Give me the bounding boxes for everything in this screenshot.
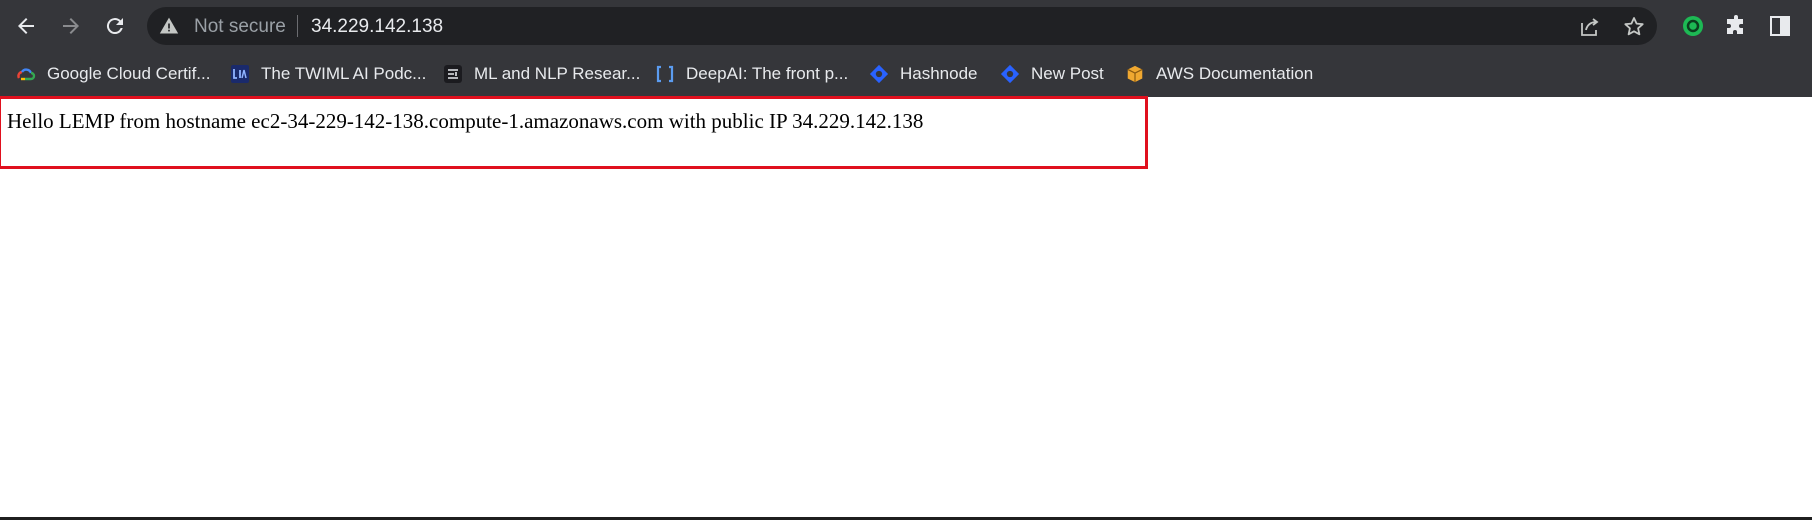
reload-icon	[106, 18, 123, 35]
aws-docs-icon	[1125, 64, 1145, 84]
bookmark-label: Hashnode	[900, 64, 978, 83]
bookmark-new-post[interactable]: New Post	[1000, 60, 1104, 88]
bookmark-label: Google Cloud Certif...	[47, 64, 211, 83]
star-icon[interactable]	[1622, 15, 1646, 39]
bookmark-label: The TWIML AI Podc...	[261, 64, 427, 83]
side-panel-icon	[1770, 16, 1790, 36]
reload-button[interactable]	[99, 10, 131, 42]
share-icon[interactable]	[1578, 15, 1602, 39]
bookmark-label: DeepAI: The front p...	[686, 64, 849, 83]
back-button[interactable]	[10, 10, 42, 42]
puzzle-icon	[1727, 15, 1743, 34]
security-status-text[interactable]: Not secure	[194, 16, 286, 38]
deepai-icon	[655, 64, 675, 84]
ml-nlp-icon	[443, 64, 463, 84]
omnibox-divider	[297, 15, 298, 37]
forward-button[interactable]	[55, 10, 87, 42]
hashnode-icon	[1000, 64, 1020, 84]
extension-green-icon[interactable]	[1679, 12, 1707, 40]
bookmark-deepai[interactable]: DeepAI: The front p...	[655, 60, 848, 88]
grammarly-like-icon	[1683, 16, 1703, 36]
extensions-button[interactable]	[1722, 12, 1750, 40]
browser-chrome: Not secure 34.229.142.138 Google Cloud C…	[0, 0, 1812, 97]
twiml-icon	[230, 64, 250, 84]
bookmark-google-cloud[interactable]: Google Cloud Certif...	[16, 60, 210, 88]
bookmark-label: ML and NLP Resear...	[474, 64, 641, 83]
bookmark-label: New Post	[1031, 64, 1104, 83]
browser-toolbar: Not secure 34.229.142.138	[0, 0, 1812, 52]
red-highlight-box	[0, 96, 1148, 169]
bookmark-aws-docs[interactable]: AWS Documentation	[1125, 60, 1313, 88]
warning-triangle-icon[interactable]	[159, 16, 179, 36]
hashnode-icon	[869, 64, 889, 84]
arrow-right-icon	[63, 18, 79, 34]
bookmark-ml-nlp[interactable]: ML and NLP Resear...	[443, 60, 640, 88]
side-panel-button[interactable]	[1766, 12, 1794, 40]
arrow-left-icon	[18, 18, 34, 34]
bookmark-hashnode[interactable]: Hashnode	[869, 60, 978, 88]
page-content: Hello LEMP from hostname ec2-34-229-142-…	[0, 96, 1812, 517]
bookmark-label: AWS Documentation	[1156, 64, 1314, 83]
url-text[interactable]: 34.229.142.138	[311, 16, 443, 38]
address-bar[interactable]: Not secure 34.229.142.138	[147, 7, 1657, 45]
bookmark-twiml[interactable]: The TWIML AI Podc...	[230, 60, 426, 88]
google-cloud-icon	[16, 64, 36, 84]
bookmarks-bar: Google Cloud Certif... The TWIML AI Podc…	[0, 52, 1812, 97]
